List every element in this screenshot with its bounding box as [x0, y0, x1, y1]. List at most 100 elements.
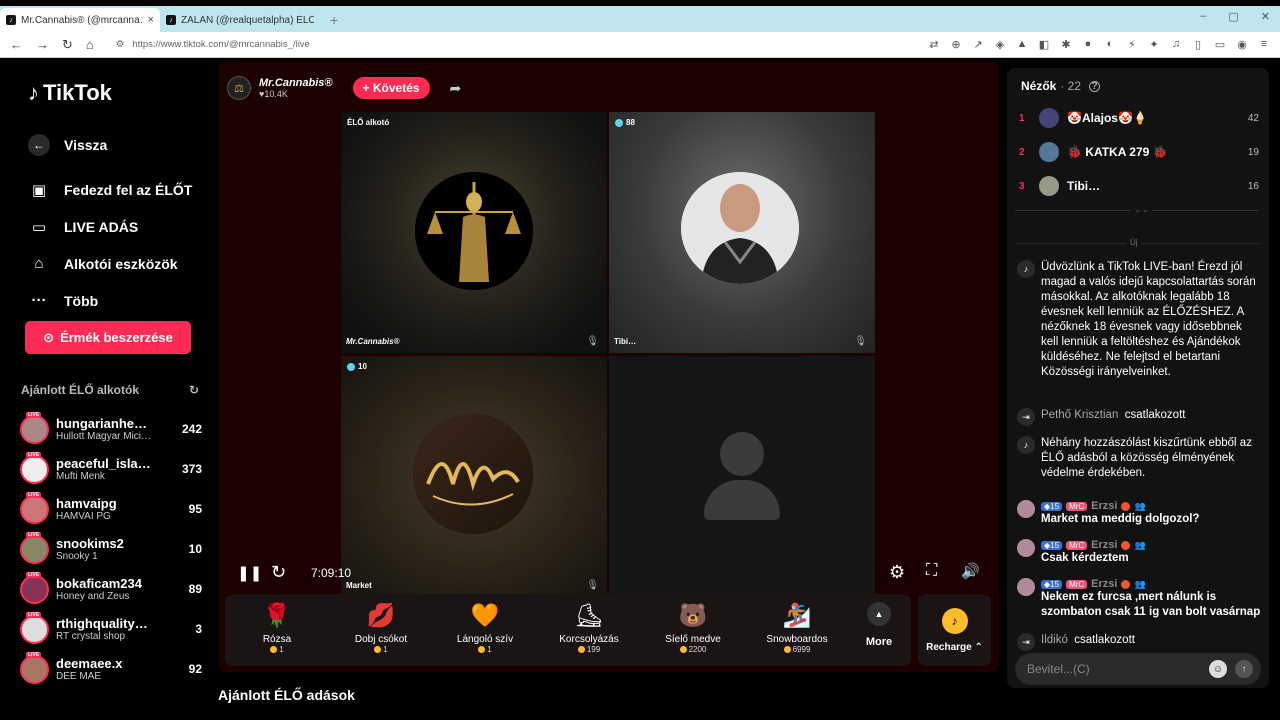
creator-item[interactable]: LIVE snookims2 Snooky 1 10: [20, 529, 202, 569]
media-icon[interactable]: ♫: [1170, 38, 1182, 51]
brand-name: TikTok: [43, 80, 112, 105]
wallet-icon[interactable]: ▭: [1214, 38, 1226, 51]
follow-button[interactable]: + Követés: [352, 77, 430, 99]
creator-name: peaceful_isla…: [56, 456, 151, 471]
gift-item[interactable]: 💋 Dobj csókot 1: [329, 602, 433, 654]
menu-icon[interactable]: ≡: [1258, 38, 1270, 51]
menu-item-creator-tools[interactable]: ⌂ Alkotói eszközök: [24, 245, 209, 282]
pause-icon[interactable]: ❚❚: [237, 564, 262, 582]
emoji-icon[interactable]: ☺: [1209, 660, 1227, 678]
translate-icon[interactable]: ⇄: [928, 38, 940, 51]
browser-tab-active[interactable]: ♪ Mr.Cannabis® (@mrcanna… ×: [0, 8, 160, 32]
viewer-row[interactable]: 1 🤡Alajos🤡🍦 42: [1019, 101, 1259, 135]
creator-item[interactable]: LIVE hungarianhe… Hullott Magyar Mici… 242: [20, 409, 202, 449]
viewer-row[interactable]: 3 Tibi… 16: [1019, 169, 1259, 203]
chat-message[interactable]: ◆15 MrC Erzsi 👥 Csak kérdeztem: [1017, 539, 1262, 566]
gift-item[interactable]: 🐻 Síelő medve 2200: [641, 602, 745, 654]
gift-item[interactable]: 🧡 Lángoló szív 1: [433, 602, 537, 654]
refresh-icon[interactable]: ↻: [189, 383, 199, 397]
avatar: LIVE: [20, 491, 49, 524]
chat-input-placeholder[interactable]: Bevitel...(C): [1027, 662, 1209, 676]
gift-item[interactable]: ⛸ Korcsolyázás 199: [537, 602, 641, 654]
rewards-icon[interactable]: ▲: [1016, 38, 1028, 51]
tiktok-logo[interactable]: ♪ TikTok: [28, 80, 112, 106]
share-icon[interactable]: ➦: [450, 80, 462, 97]
live-stream-player[interactable]: ⚖ Mr.Cannabis® ♥10.4K + Követés ➦ ÉLŐ al…: [219, 62, 999, 672]
zoom-icon[interactable]: ⊕: [950, 38, 962, 51]
menu-item-more[interactable]: ··· Több: [24, 282, 209, 319]
minimize-icon[interactable]: –: [1200, 10, 1206, 23]
extension-icon[interactable]: ⚡: [1126, 38, 1138, 51]
chat-message[interactable]: ◆15 MrC Erzsi 👥 Nekem ez furcsa ,mert nálun…: [1017, 578, 1262, 618]
host-avatar[interactable]: ⚖: [227, 76, 251, 100]
forward-icon[interactable]: →: [36, 37, 49, 53]
viewer-score: 19: [1247, 146, 1259, 158]
browser-tab[interactable]: ♪ ZALÁN (@realquetalpha) ÉLŐ: [160, 8, 320, 32]
help-icon[interactable]: ?: [1089, 80, 1101, 92]
avatar: LIVE: [20, 611, 49, 644]
gift-kiss-icon: 💋: [366, 602, 396, 628]
menu-item-explore-live[interactable]: ▣ Fedezd fel az ÉLŐT: [24, 171, 209, 208]
user-name[interactable]: Erzsi: [1091, 539, 1117, 551]
get-coins-button[interactable]: ⊙ Érmék beszerzése: [25, 321, 191, 354]
maximize-icon[interactable]: ▢: [1228, 10, 1238, 23]
more-gifts-button[interactable]: ▲ More: [849, 602, 909, 648]
volume-icon[interactable]: 🔊: [961, 562, 980, 580]
creator-item[interactable]: LIVE rthighquality… RT crystal shop 3: [20, 609, 202, 649]
gift-name: Lángoló szív: [456, 634, 514, 645]
coin-icon: [679, 646, 687, 653]
vpn-icon[interactable]: ◉: [1236, 38, 1248, 51]
moderator-icon: [1121, 579, 1131, 589]
refresh-icon[interactable]: ↻: [271, 562, 286, 583]
user-name[interactable]: Erzsi: [1091, 500, 1117, 512]
viewer-row[interactable]: 2 🐞 KATKA 279 🐞 19: [1019, 135, 1259, 169]
extension-icon[interactable]: ◐: [1104, 38, 1116, 51]
creator-item[interactable]: LIVE hamvaipg HAMVAI PG 95: [20, 489, 202, 529]
recharge-button[interactable]: ♪ Recharge ⌃: [918, 594, 991, 666]
join-user-name[interactable]: Ildikó: [1041, 634, 1068, 646]
creator-subtitle: Snooky 1: [56, 551, 98, 562]
creator-item[interactable]: LIVE peaceful_isla… Mufti Menk 373: [20, 449, 202, 489]
coin-icon: [478, 646, 486, 653]
guest-cell[interactable]: 88 Tibi… 🎙: [609, 112, 875, 353]
extensions-puzzle-icon[interactable]: ✦: [1148, 38, 1160, 51]
join-user-name[interactable]: Pethő Krisztian: [1041, 409, 1118, 421]
share-icon[interactable]: ↗: [972, 38, 984, 51]
extension-icon[interactable]: ✱: [1060, 38, 1072, 51]
gift-item[interactable]: 🏂 Snowboardos 6999: [745, 602, 849, 654]
cell-tag-value: 88: [626, 118, 635, 127]
avatar: [1017, 578, 1035, 596]
chevron-down-icon[interactable]: ⌄⌄: [1131, 204, 1153, 215]
gift-price: 199: [577, 645, 600, 654]
extension-icon[interactable]: ●: [1082, 38, 1094, 51]
viewer-rank: 3: [1019, 180, 1025, 192]
home-icon[interactable]: ⌂: [86, 37, 94, 53]
close-tab-icon[interactable]: ×: [148, 14, 154, 26]
gift-item[interactable]: 🌹 Rózsa 1: [225, 602, 329, 654]
chat-message[interactable]: ◆15 MrC Erzsi 👥 Market ma meddig dolgozol?: [1017, 500, 1262, 527]
creator-item[interactable]: LIVE bokaficam234 Honey and Zeus 89: [20, 569, 202, 609]
host-name[interactable]: Mr.Cannabis®: [259, 77, 333, 89]
url-field[interactable]: ⚙ https://www.tiktok.com/@mrcannabis_/li…: [116, 39, 928, 50]
close-window-icon[interactable]: ✕: [1261, 10, 1270, 23]
settings-icon[interactable]: ⚙: [889, 562, 905, 583]
extension-icon[interactable]: ◧: [1038, 38, 1050, 51]
back-icon[interactable]: ←: [10, 37, 23, 53]
house-icon: ⌂: [34, 255, 44, 272]
brave-shield-icon[interactable]: ◈: [994, 38, 1006, 51]
guest-cell-host[interactable]: ÉLŐ alkotó Mr.Cannabis® 🎙: [341, 112, 607, 353]
fullscreen-icon[interactable]: ⛶: [926, 562, 937, 580]
user-name[interactable]: Erzsi: [1091, 578, 1117, 590]
new-tab-button[interactable]: +: [320, 8, 348, 32]
gift-heart-icon: 🧡: [470, 602, 500, 628]
back-button[interactable]: ← Vissza: [24, 126, 209, 163]
site-settings-icon[interactable]: ⚙: [116, 39, 125, 50]
creator-item[interactable]: LIVE deemaee.x DEE MAE 92: [20, 649, 202, 689]
gift-name: Síelő medve: [665, 634, 721, 645]
sidebar-icon[interactable]: ▯: [1192, 38, 1204, 51]
menu-item-go-live[interactable]: ▭ LIVE ADÁS: [24, 208, 209, 245]
host-video-image: [415, 172, 533, 290]
reload-icon[interactable]: ↻: [62, 37, 73, 53]
chat-input[interactable]: Bevitel...(C) ☺ ↑: [1015, 653, 1261, 685]
send-icon[interactable]: ↑: [1235, 660, 1253, 678]
